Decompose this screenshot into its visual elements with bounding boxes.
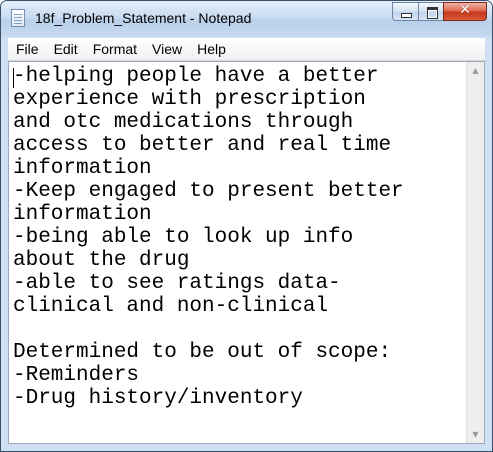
- document-text[interactable]: -helping people have a better experience…: [13, 65, 464, 443]
- text-caret: [13, 68, 14, 88]
- caption-buttons: ✕: [392, 2, 487, 22]
- window-title: 18f_Problem_Statement - Notepad: [35, 10, 252, 26]
- maximize-button[interactable]: [418, 2, 444, 21]
- notepad-icon[interactable]: [11, 9, 25, 27]
- scroll-down-icon[interactable]: ▼: [467, 426, 484, 443]
- menu-help[interactable]: Help: [189, 38, 233, 60]
- close-icon: ✕: [459, 2, 471, 18]
- title-bar[interactable]: 18f_Problem_Statement - Notepad ✕: [1, 1, 492, 37]
- menu-edit[interactable]: Edit: [46, 38, 85, 60]
- menu-format[interactable]: Format: [85, 38, 144, 60]
- menu-view[interactable]: View: [144, 38, 189, 60]
- minimize-button[interactable]: [392, 2, 419, 21]
- menu-bar: File Edit Format View Help: [8, 38, 485, 61]
- maximize-icon: [427, 7, 438, 19]
- notepad-window: 18f_Problem_Statement - Notepad ✕ File E…: [0, 0, 493, 452]
- minimize-icon: [401, 13, 412, 18]
- vertical-scrollbar[interactable]: ▲ ▼: [466, 62, 484, 443]
- editor-area[interactable]: -helping people have a better experience…: [8, 61, 485, 444]
- close-button[interactable]: ✕: [443, 2, 487, 21]
- menu-file[interactable]: File: [8, 38, 46, 60]
- scroll-up-icon[interactable]: ▲: [467, 62, 484, 79]
